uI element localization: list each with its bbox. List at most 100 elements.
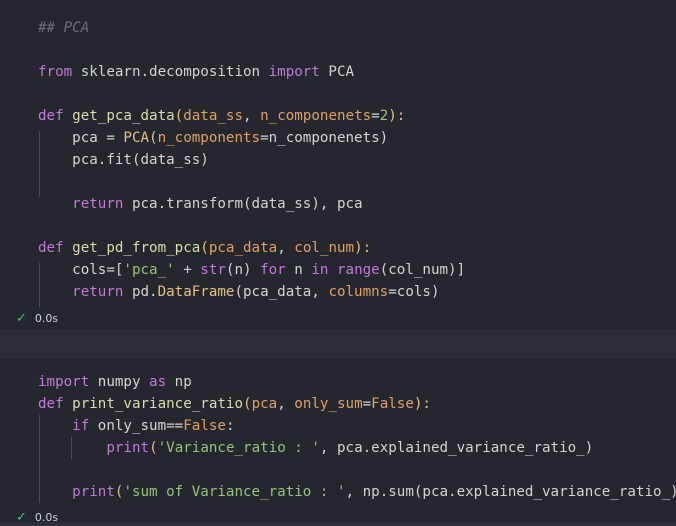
code-text: =n_componenets): [260, 130, 389, 146]
keyword: def: [38, 240, 64, 256]
method-name: fit: [106, 152, 132, 168]
code-line: def get_pca_data(data_ss, n_componenets=…: [38, 105, 405, 127]
bracket: (: [149, 440, 158, 456]
cell-status: ✓ 0.0s: [16, 510, 58, 526]
bracket: (: [243, 396, 252, 412]
code-cell-1[interactable]: ## PCA from sklearn.decomposition import…: [0, 6, 676, 329]
code-text: pca =: [38, 130, 124, 146]
code-text: , np.: [345, 484, 389, 500]
string: 'sum of Variance_ratio : ': [123, 484, 346, 500]
code-line: cols=['pca_' + str(n) for n in range(col…: [38, 259, 465, 281]
builtin: range: [336, 262, 380, 278]
bracket: (: [149, 130, 158, 146]
code-cell-2[interactable]: import numpy as np def print_variance_ra…: [0, 359, 676, 525]
cell-status: ✓ 0.0s: [16, 311, 58, 327]
code-text: sklearn.decomposition: [72, 64, 269, 80]
parameter: n_components: [157, 130, 261, 146]
keyword: def: [38, 396, 64, 412]
keyword: for: [260, 262, 286, 278]
function-name: get_pca_data: [72, 108, 175, 124]
string: 'Variance_ratio : ': [157, 440, 320, 456]
constant: False: [183, 418, 226, 434]
code-line: print('sum of Variance_ratio : ', np.sum…: [38, 481, 676, 503]
execution-time: 0.0s: [34, 511, 59, 524]
string: 'pca_': [123, 262, 175, 278]
builtin: print: [72, 484, 115, 500]
bracket: ):: [354, 240, 372, 256]
class-name: DataFrame: [157, 284, 235, 300]
bracket: (: [200, 240, 209, 256]
code-text: ,: [243, 108, 261, 124]
code-text: cols=[: [38, 262, 124, 278]
code-text: (pca.explained_variance_ratio_)): [413, 484, 676, 500]
code-line: print('Variance_ratio : ', pca.explained…: [38, 437, 593, 459]
code-line: return pca.transform(data_ss), pca: [38, 193, 363, 215]
keyword: import: [38, 374, 90, 390]
parameter: columns: [328, 284, 389, 300]
class-name: PCA: [123, 130, 150, 146]
code-text: numpy: [89, 374, 150, 390]
code-text: np: [166, 374, 192, 390]
code-line: from sklearn.decomposition import PCA: [38, 61, 354, 83]
bracket: ):: [388, 108, 406, 124]
operator: =: [371, 108, 380, 124]
bracket: ):: [413, 396, 431, 412]
keyword: def: [38, 108, 64, 124]
code-line: import numpy as np: [38, 371, 192, 393]
execution-time: 0.0s: [34, 312, 59, 325]
code-line: return pd.DataFrame(pca_data, columns=co…: [38, 281, 439, 303]
code-line: ## PCA: [38, 17, 89, 39]
code-text: PCA: [319, 64, 355, 80]
code-text: (data_ss), pca: [243, 196, 363, 212]
code-text: (pca_data,: [234, 284, 329, 300]
keyword: if: [72, 418, 90, 434]
keyword: as: [149, 374, 167, 390]
keyword: in: [311, 262, 329, 278]
code-line: def get_pd_from_pca(pca_data, col_num):: [38, 237, 371, 259]
code-text: :: [225, 418, 235, 434]
parameter: col_num: [294, 240, 355, 256]
method-name: transform: [166, 196, 244, 212]
operator: =: [362, 396, 372, 412]
code-line: if only_sum==False:: [38, 415, 235, 437]
code-text: (data_ss): [131, 152, 209, 168]
bracket: (: [174, 108, 184, 124]
code-text: , pca.explained_variance_ratio_): [319, 440, 594, 456]
code-text: only_sum==: [89, 418, 184, 434]
comment: ## PCA: [38, 20, 90, 36]
check-icon: ✓: [16, 510, 27, 525]
number: 2: [379, 108, 389, 124]
parameter: n_componenets: [260, 108, 372, 124]
code-text: n: [285, 262, 312, 278]
keyword: from: [38, 64, 73, 80]
keyword: import: [268, 64, 320, 80]
code-line: pca.fit(data_ss): [38, 149, 209, 171]
keyword: return: [72, 196, 124, 212]
operator: +: [174, 262, 201, 278]
code-text: pca.: [123, 196, 167, 212]
parameter: only_sum: [294, 396, 363, 412]
constant: False: [371, 396, 414, 412]
code-line: def print_variance_ratio(pca, only_sum=F…: [38, 393, 431, 415]
code-text: ,: [277, 396, 295, 412]
builtin: str: [200, 262, 226, 278]
code-text: pd.: [123, 284, 158, 300]
check-icon: ✓: [16, 311, 27, 326]
function-name: print_variance_ratio: [72, 396, 244, 412]
code-text: pca.: [38, 152, 107, 168]
function-name: get_pd_from_pca: [72, 240, 201, 256]
code-text: (col_num)]: [379, 262, 466, 278]
code-line: pca = PCA(n_components=n_componenets): [38, 127, 388, 149]
builtin: print: [106, 440, 150, 456]
keyword: return: [72, 284, 124, 300]
method-name: sum: [388, 484, 414, 500]
